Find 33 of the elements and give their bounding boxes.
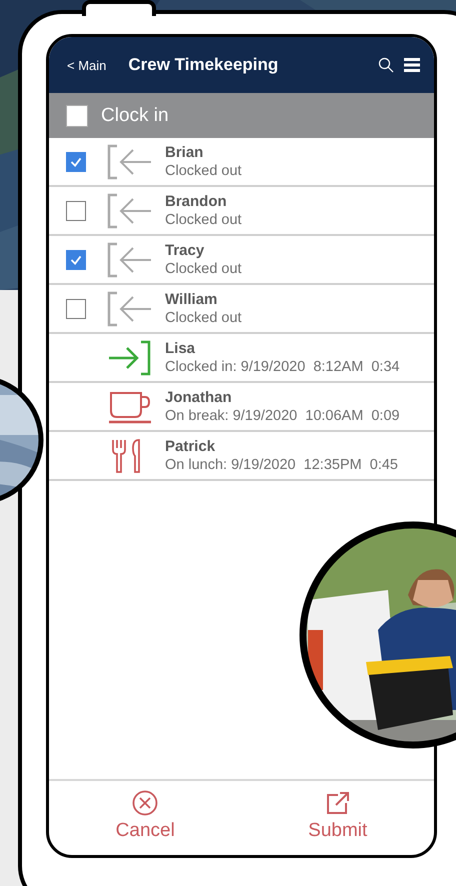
clock-out-icon xyxy=(107,290,153,326)
submit-button[interactable]: Submit xyxy=(242,781,434,851)
clock-out-icon xyxy=(107,144,153,180)
crew-status: Clocked out xyxy=(165,210,242,228)
crew-name: Jonathan xyxy=(165,388,233,406)
clock-in-icon xyxy=(107,340,153,376)
crew-name: William xyxy=(165,290,218,308)
crew-name: Patrick xyxy=(165,438,216,456)
checkbox[interactable] xyxy=(66,104,88,126)
crew-status: On lunch: 9/19/2020 12:35PM 0:45 xyxy=(165,456,398,474)
crew-status: Clocked out xyxy=(165,260,242,278)
checkbox[interactable] xyxy=(66,152,86,172)
crew-name: Brandon xyxy=(165,192,228,210)
crew-status: Clocked out xyxy=(165,308,242,326)
screen-title: Crew Timekeeping xyxy=(128,55,280,75)
checkbox[interactable] xyxy=(66,250,86,270)
menu-icon[interactable] xyxy=(404,58,420,72)
checkbox[interactable] xyxy=(66,200,86,220)
cancel-icon xyxy=(132,790,158,816)
search-icon[interactable] xyxy=(378,57,394,73)
crew-status: On break: 9/19/2020 10:06AM 0:09 xyxy=(165,406,400,424)
crew-status: Clocked in: 9/19/2020 8:12AM 0:34 xyxy=(165,358,400,376)
crew-name: Brian xyxy=(165,144,204,162)
clock-out-icon xyxy=(107,242,153,278)
crew-name: Tracy xyxy=(165,242,206,260)
cancel-button[interactable]: Cancel xyxy=(49,781,242,851)
checkbox[interactable] xyxy=(66,298,86,318)
crew-status: Clocked out xyxy=(165,162,242,180)
back-link[interactable]: < Main xyxy=(67,58,106,72)
share-icon xyxy=(324,790,351,816)
clock-in-label: Clock in xyxy=(101,104,169,126)
clock-out-icon xyxy=(107,192,153,228)
crew-name: Lisa xyxy=(165,340,196,358)
